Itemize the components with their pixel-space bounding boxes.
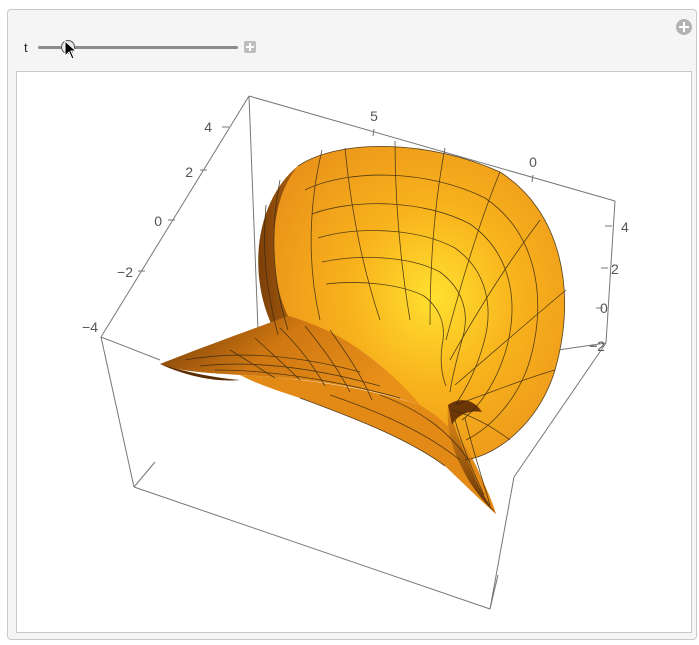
tick-label: 4 — [621, 219, 629, 235]
surface-plot[interactable]: 4 2 0 −2 −4 5 0 4 2 0 −2 — [0, 0, 699, 645]
tick-label: 0 — [154, 213, 162, 229]
tick-label: 5 — [370, 108, 378, 124]
tick-label: 4 — [204, 119, 212, 135]
axis-right-vertical: 4 2 0 −2 — [589, 219, 629, 354]
surface — [160, 140, 567, 514]
tick-label: −2 — [117, 264, 133, 280]
tick-label: 0 — [529, 154, 537, 170]
bounding-box-front — [133, 461, 499, 610]
tick-label: 2 — [185, 164, 193, 180]
tick-label: −4 — [82, 319, 98, 335]
tick-label: 2 — [611, 261, 619, 277]
axis-left-vertical: 4 2 0 −2 −4 — [82, 119, 229, 335]
